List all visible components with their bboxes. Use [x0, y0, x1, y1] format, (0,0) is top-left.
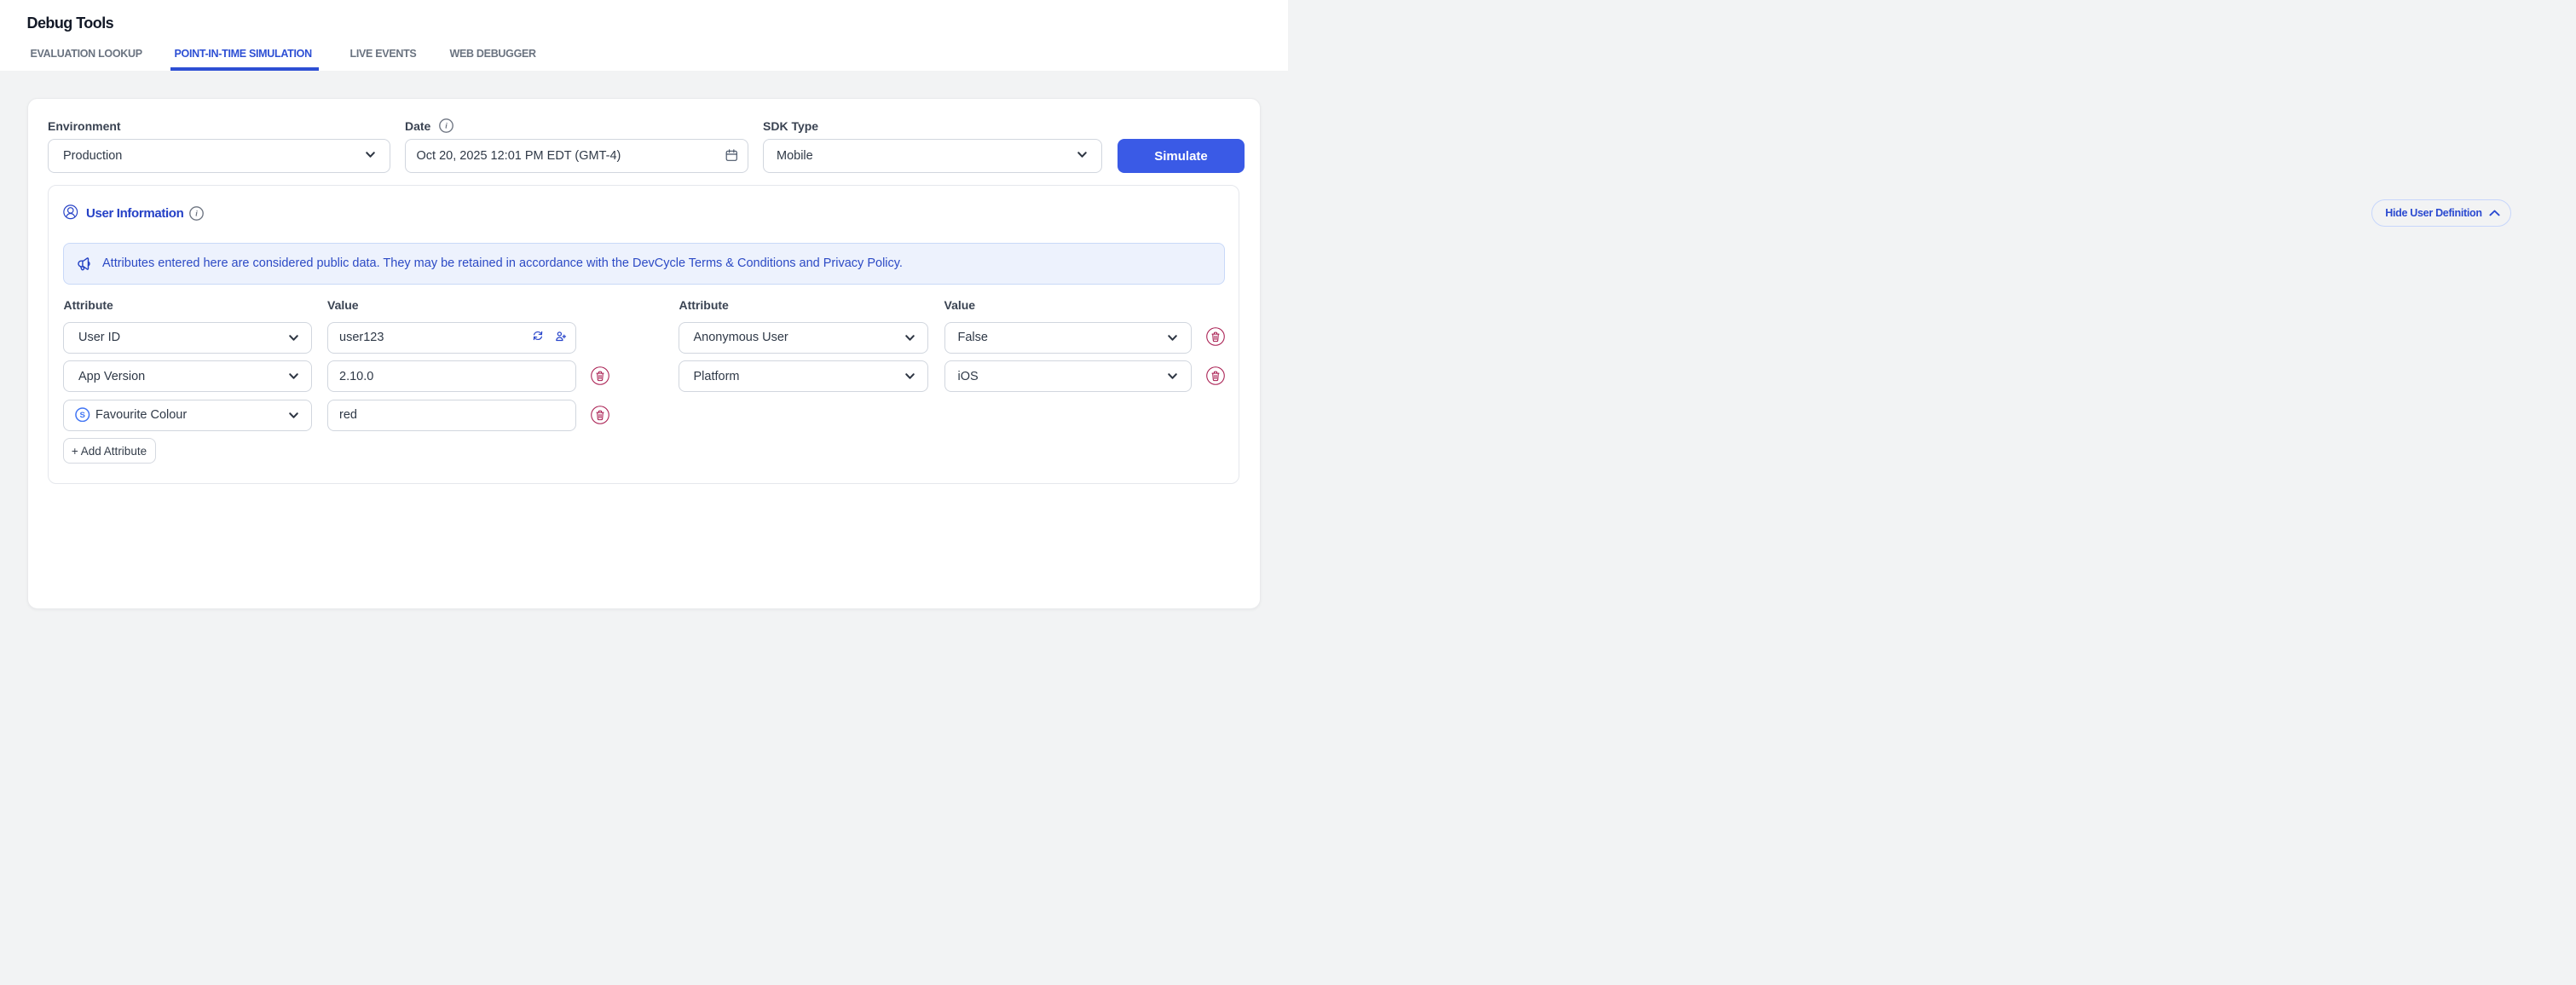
- svg-text:i: i: [195, 210, 198, 218]
- svg-text:S: S: [80, 411, 86, 420]
- svg-text:i: i: [445, 122, 448, 130]
